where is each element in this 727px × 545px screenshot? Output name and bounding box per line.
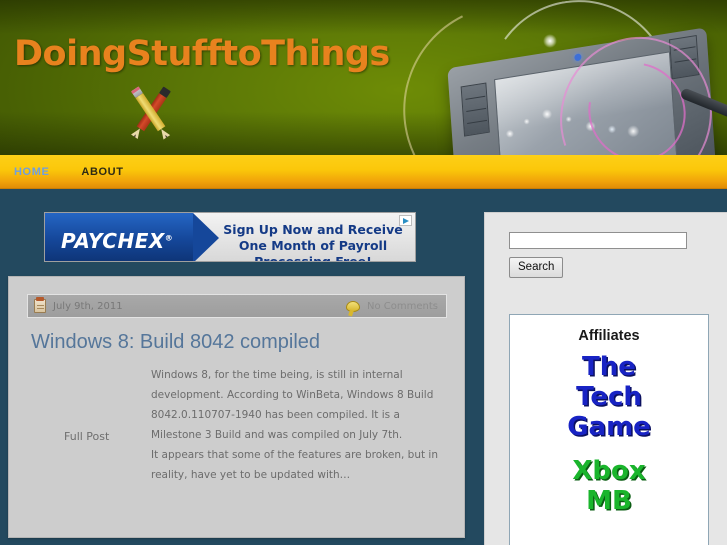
affiliate-link-the-tech-game[interactable]: The Tech Game <box>510 352 708 442</box>
tablet-buttons-left <box>460 82 490 137</box>
search-form: Search <box>509 230 687 278</box>
tablet-led-icon <box>574 53 582 62</box>
affiliate-xbm-line2: MB <box>586 486 632 516</box>
affiliates-widget: Affiliates The Tech Game Xbox MB <box>509 314 709 545</box>
nav-item-about[interactable]: ABOUT <box>67 155 137 189</box>
sidebar: Search Affiliates The Tech Game Xbox MB <box>484 212 727 545</box>
adchoices-icon[interactable] <box>399 215 412 226</box>
post-comments-count[interactable]: No Comments <box>367 301 438 312</box>
ad-brand-label: PAYCHEX <box>61 229 165 253</box>
nav-link-about[interactable]: ABOUT <box>67 155 137 189</box>
affiliate-link-xbox-mb[interactable]: Xbox MB <box>510 456 708 516</box>
nav-list: HOME ABOUT <box>0 155 727 188</box>
post-full-post-label: Full Post <box>64 430 110 443</box>
affiliate-ttg-line3: Game <box>567 412 651 442</box>
page-root: DoingStufftoThings HOME ABOUT PAYCHEX® S… <box>0 0 727 545</box>
ad-copy-line1: Sign Up Now and Receive <box>223 222 403 237</box>
post-article: July 9th, 2011 No Comments Windows 8: Bu… <box>8 276 465 538</box>
nav-item-home[interactable]: HOME <box>0 155 63 189</box>
post-paragraph-2: It appears that some of the features are… <box>151 449 438 481</box>
comment-bubble-icon <box>346 300 361 312</box>
search-input[interactable] <box>509 231 687 249</box>
advertisement-banner[interactable]: PAYCHEX® Sign Up Now and Receive One Mon… <box>44 212 416 262</box>
post-date: July 9th, 2011 <box>53 300 123 312</box>
affiliate-ttg-line1: The <box>582 352 636 382</box>
post-title[interactable]: Windows 8: Build 8042 compiled <box>31 331 320 354</box>
ad-copy-line2: One Month of Payroll Processing Free! <box>238 238 388 262</box>
post-meta-bar: July 9th, 2011 No Comments <box>27 294 447 318</box>
post-excerpt: Windows 8, for the time being, is still … <box>151 365 445 485</box>
ad-brand-arrow <box>193 213 219 261</box>
main-navigation: HOME ABOUT <box>0 155 727 189</box>
site-title: DoingStufftoThings <box>14 34 390 74</box>
crossed-pencils-icon <box>118 82 184 144</box>
calendar-icon <box>34 297 46 313</box>
search-button[interactable]: Search <box>509 256 564 278</box>
affiliate-xbm-line1: Xbox <box>572 456 646 486</box>
ad-copy: Sign Up Now and Receive One Month of Pay… <box>221 222 405 262</box>
post-paragraph-1: Windows 8, for the time being, is still … <box>151 369 434 441</box>
graphics-tablet-illustration <box>375 0 727 155</box>
affiliates-title: Affiliates <box>578 328 640 344</box>
nav-link-home[interactable]: HOME <box>0 155 63 189</box>
glow-highlight <box>543 34 557 48</box>
ad-brand-name: PAYCHEX® <box>61 229 173 253</box>
site-header: DoingStufftoThings <box>0 0 727 155</box>
post-comments-link[interactable]: No Comments <box>346 300 438 312</box>
affiliate-ttg-line2: Tech <box>576 382 642 412</box>
ad-brand-mark: ® <box>164 233 174 243</box>
